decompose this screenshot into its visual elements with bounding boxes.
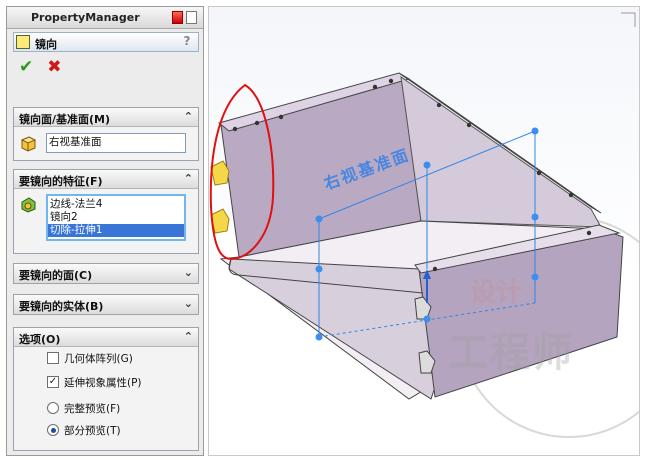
features-title: 要镜向的特征(F) [19, 175, 103, 188]
faces-title: 要镜向的面(C) [19, 269, 93, 282]
pin-icon[interactable] [172, 11, 183, 24]
bodies-header[interactable]: 要镜向的实体(B) ⌄ [14, 295, 198, 314]
geometry-pattern-label: 几何体阵列(G) [64, 352, 133, 365]
mirror-face-title: 镜向面/基准面(M) [19, 113, 111, 126]
features-header[interactable]: 要镜向的特征(F) ⌃ [14, 170, 198, 189]
feature-title-row: 镜向 ? [13, 32, 199, 52]
chevron-up-icon[interactable]: ⌃ [184, 330, 193, 343]
ok-cancel-row: ✔ ✖ [19, 57, 62, 77]
mirror-plane-field[interactable]: 右视基准面 [46, 133, 186, 153]
cancel-button[interactable]: ✖ [47, 57, 61, 77]
full-preview-option[interactable]: 完整预览(F) [47, 400, 120, 416]
options-title: 选项(O) [19, 333, 61, 346]
partial-preview-option[interactable]: 部分预览(T) [47, 422, 121, 438]
model-canvas[interactable] [209, 7, 640, 456]
property-manager-panel: PropertyManager 镜向 ? ✔ ✖ 镜向面/基准面(M) ⌃ 右视… [6, 6, 204, 456]
options-header[interactable]: 选项(O) ⌃ [14, 328, 198, 347]
faces-header[interactable]: 要镜向的面(C) ⌄ [14, 264, 198, 283]
plane-select-icon [20, 136, 37, 152]
geometry-pattern-option[interactable]: 几何体阵列(G) [47, 350, 133, 366]
mirror-face-header[interactable]: 镜向面/基准面(M) ⌃ [14, 108, 198, 127]
ok-button[interactable]: ✔ [19, 57, 33, 77]
features-list[interactable]: 边线-法兰4 镜向2 切除-拉伸1 [46, 194, 186, 241]
propagate-visual-label: 延伸视象属性(P) [64, 376, 142, 389]
list-item-selected[interactable]: 切除-拉伸1 [48, 224, 184, 237]
bodies-title: 要镜向的实体(B) [19, 300, 104, 313]
chevron-up-icon[interactable]: ⌃ [184, 172, 193, 185]
features-to-mirror-group: 要镜向的特征(F) ⌃ 边线-法兰4 镜向2 切除-拉伸1 [13, 169, 199, 254]
mirror-plane-value: 右视基准面 [49, 136, 102, 148]
panel-title: PropertyManager [31, 11, 140, 24]
bodies-to-mirror-group: 要镜向的实体(B) ⌄ [13, 294, 199, 315]
push-pin-icon[interactable] [186, 11, 197, 24]
propagate-visual-option[interactable]: ✓ 延伸视象属性(P) [47, 374, 142, 390]
faces-to-mirror-group: 要镜向的面(C) ⌄ [13, 263, 199, 284]
partial-preview-radio[interactable] [47, 424, 59, 436]
viewport-corner-icon [621, 12, 636, 27]
cut-tabs-highlighted[interactable] [210, 160, 230, 234]
panel-header-icons [172, 11, 197, 24]
partial-preview-label: 部分预览(T) [64, 424, 121, 437]
geometry-pattern-checkbox[interactable] [47, 352, 59, 364]
chevron-down-icon[interactable]: ⌄ [184, 297, 193, 310]
help-icon[interactable]: ? [180, 34, 194, 50]
propagate-visual-checkbox[interactable]: ✓ [47, 376, 59, 388]
full-preview-label: 完整预览(F) [64, 402, 121, 415]
panel-header: PropertyManager [7, 7, 203, 29]
graphics-area[interactable] [208, 6, 640, 456]
chevron-down-icon[interactable]: ⌄ [184, 266, 193, 279]
feature-name: 镜向 [35, 38, 57, 51]
watermark-top-text: 设计 [470, 278, 523, 308]
mirror-face-group: 镜向面/基准面(M) ⌃ 右视基准面 [13, 107, 199, 161]
list-item[interactable]: 边线-法兰4 [48, 198, 184, 211]
watermark-text: 工程师 [448, 329, 574, 376]
feature-select-icon [21, 197, 36, 213]
inner-side-wall [400, 75, 602, 228]
mirror-feature-icon [16, 35, 30, 49]
list-item[interactable]: 镜向2 [48, 211, 184, 224]
front-floor-edge [228, 258, 436, 400]
chevron-up-icon[interactable]: ⌃ [184, 110, 193, 123]
full-preview-radio[interactable] [47, 402, 59, 414]
